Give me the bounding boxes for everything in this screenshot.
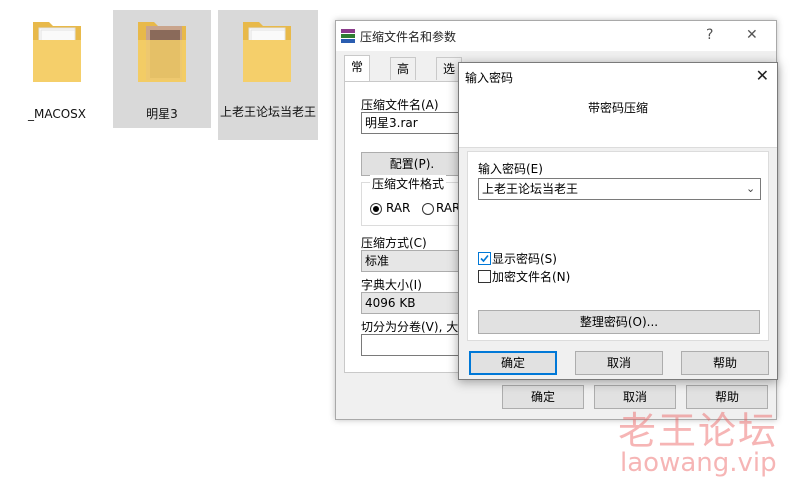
folder-icon [138,22,186,82]
method-label: 压缩方式(C) [361,236,427,250]
dialog-header: 带密码压缩 [459,89,777,148]
title-bar: 压缩文件名和参数 ? ✕ [336,21,776,51]
dict-label: 字典大小(I) [361,278,422,292]
dialog-help-button[interactable]: 帮助 [681,351,769,375]
method-select[interactable]: 标准 [361,250,462,272]
split-label: 切分为分卷(V), 大 [361,320,459,334]
chevron-down-icon[interactable]: ⌄ [746,182,755,195]
folder-macosx[interactable]: _MACOSX [8,10,106,128]
radio-dot [373,206,379,212]
watermark-url: laowang.vip [620,448,777,478]
folder-mingxing3[interactable]: 明星3 [113,10,211,128]
show-password-label: 显示密码(S) [492,252,557,266]
folder-icon [33,22,81,82]
encrypt-names-label: 加密文件名(N) [492,270,571,284]
archive-name-input[interactable]: 明星3.rar [361,112,466,134]
encrypt-names-checkbox[interactable] [478,270,491,283]
help-title-button[interactable]: ? [706,27,713,43]
password-label: 输入密码(E) [478,162,543,176]
split-input[interactable] [361,334,462,356]
dict-select[interactable]: 4096 KB [361,292,462,314]
folder-label: 明星3 [146,107,178,121]
dialog-cancel-button[interactable]: 取消 [575,351,663,375]
main-ok-button[interactable]: 确定 [502,385,584,409]
password-group: 输入密码(E) 上老王论坛当老王 ⌄ 显示密码(S) 加密文件名(N) 整理密码… [467,151,769,341]
tab-advanced[interactable]: 高级 [390,57,417,98]
show-password-checkbox[interactable] [478,252,491,265]
format-group-label: 压缩文件格式 [370,175,447,192]
profile-button[interactable]: 配置(P). [361,152,463,176]
close-icon[interactable]: ✕ [756,66,769,85]
organize-passwords-button[interactable]: 整理密码(O)... [478,310,760,334]
radio-rar-label: RAR [386,201,411,215]
winrar-icon [341,29,355,43]
check-icon [480,254,489,263]
dialog-ok-button[interactable]: 确定 [469,351,557,375]
dialog-title-bar: 输入密码 ✕ [459,63,777,89]
folder-label: 上老王论坛当老王 [220,105,317,119]
format-group: 压缩文件格式 RAR RAR5 [361,175,468,226]
tab-general[interactable]: 常规 [344,55,371,96]
dialog-title: 输入密码 [465,71,514,85]
window-title: 压缩文件名和参数 [360,30,457,44]
password-input[interactable]: 上老王论坛当老王 [478,178,761,200]
radio-rar[interactable] [370,203,382,215]
password-dialog: 输入密码 ✕ 带密码压缩 输入密码(E) 上老王论坛当老王 ⌄ 显示密码(S) … [458,62,778,380]
folder-laowang[interactable]: 上老王论坛当老王 [218,10,318,140]
archive-name-label: 压缩文件名(A) [361,98,439,112]
dialog-heading: 带密码压缩 [587,101,648,115]
close-icon[interactable]: ✕ [746,27,758,43]
radio-rar5[interactable] [422,203,434,215]
folder-label: _MACOSX [27,107,86,121]
watermark-cn: 老王论坛 [618,409,779,453]
folder-icon [243,22,291,82]
